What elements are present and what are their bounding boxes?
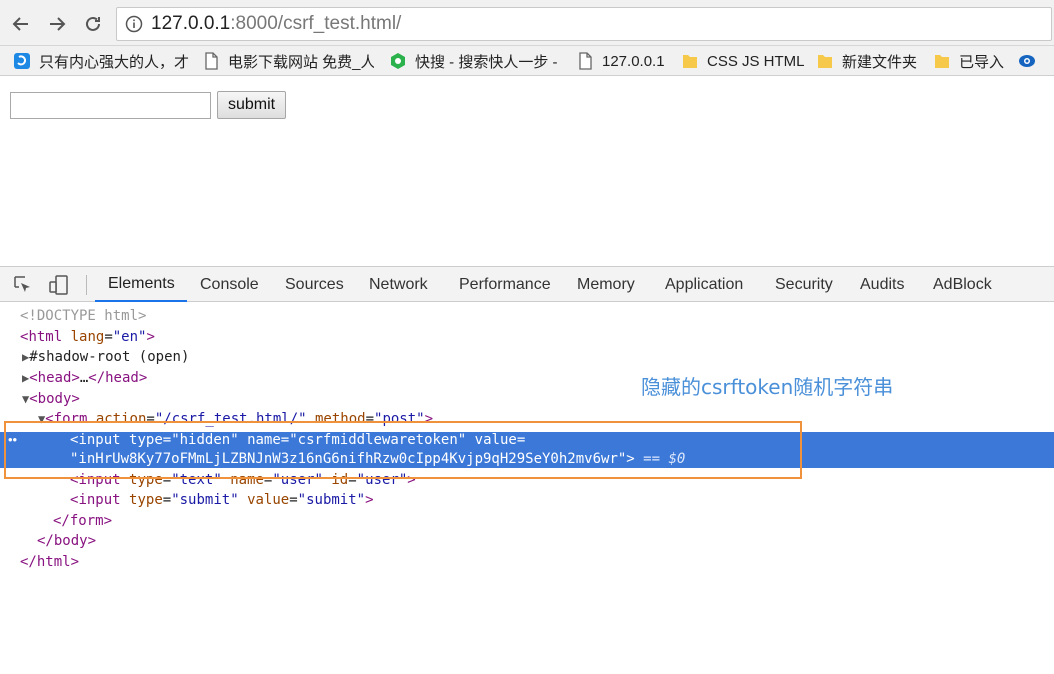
dom-shadow-root[interactable]: ▶#shadow-root (open): [22, 347, 189, 367]
info-icon[interactable]: [125, 15, 143, 33]
user-input[interactable]: [10, 92, 211, 119]
tab-adblock[interactable]: AdBlock: [933, 267, 992, 302]
page-icon: [579, 52, 592, 70]
folder-icon: [935, 55, 949, 68]
bookmark-item[interactable]: 只有内心强大的人，才: [13, 50, 189, 72]
dom-doctype[interactable]: <!DOCTYPE html>: [20, 306, 146, 326]
tab-audits[interactable]: Audits: [860, 267, 904, 302]
bookmark-item[interactable]: 已导入: [933, 50, 1011, 72]
dom-html-node[interactable]: <html lang="en">: [20, 327, 155, 347]
browser-toolbar: 127.0.0.1:8000/csrf_test.html/: [0, 0, 1054, 46]
tab-memory[interactable]: Memory: [577, 267, 635, 302]
reload-button[interactable]: [80, 11, 106, 37]
url-text[interactable]: 127.0.0.1:8000/csrf_test.html/: [151, 13, 401, 35]
dom-body-node[interactable]: ▼<body>: [22, 389, 80, 409]
bookmark-item[interactable]: [1018, 50, 1040, 72]
toolbar-divider: [86, 275, 87, 295]
back-button[interactable]: [8, 11, 34, 37]
eye-logo-icon: [1019, 55, 1035, 67]
dom-html-close: </html>: [20, 554, 80, 570]
address-bar[interactable]: 127.0.0.1:8000/csrf_test.html/: [116, 7, 1052, 41]
annotation-label: 隐藏的csrftoken随机字符串: [641, 375, 894, 399]
device-toolbar-icon[interactable]: [48, 274, 70, 296]
inspect-element-icon[interactable]: [12, 274, 34, 296]
annotation-highlight-box: [4, 421, 802, 479]
blue-site-icon: [14, 53, 30, 69]
bookmark-item[interactable]: 127.0.0.1: [576, 50, 672, 72]
kuaisou-icon: [391, 53, 405, 69]
dom-form-close: </form>: [53, 513, 113, 529]
forward-button[interactable]: [44, 11, 70, 37]
tab-console[interactable]: Console: [200, 267, 259, 302]
dom-head-node[interactable]: ▶<head>…</head>: [22, 368, 147, 388]
submit-button[interactable]: submit: [217, 91, 286, 119]
tab-performance[interactable]: Performance: [459, 267, 551, 302]
tab-application[interactable]: Application: [665, 267, 743, 302]
folder-icon: [683, 55, 697, 68]
bookmark-item[interactable]: 新建文件夹: [816, 50, 924, 72]
arrow-right-icon: [50, 17, 66, 31]
tab-network[interactable]: Network: [369, 267, 428, 302]
bookmark-item[interactable]: 快搜 - 搜索快人一步 -: [389, 50, 561, 72]
tab-elements[interactable]: Elements: [95, 267, 187, 302]
bookmark-item[interactable]: 电影下载网站 免费_人: [202, 50, 374, 72]
bookmark-item[interactable]: CSS JS HTML: [681, 50, 806, 72]
tab-sources[interactable]: Sources: [285, 267, 344, 302]
page-icon: [205, 52, 218, 70]
dom-submit-input-node[interactable]: <input type="submit" value="submit">: [70, 490, 374, 510]
dom-body-close: </body>: [37, 533, 97, 549]
reload-icon: [86, 16, 100, 31]
devtools-tab-bar: Elements Console Sources Network Perform…: [0, 266, 1054, 302]
arrow-left-icon: [12, 17, 28, 31]
folder-icon: [818, 55, 832, 68]
bookmarks-bar: 只有内心强大的人，才 电影下载网站 免费_人 快搜 - 搜索快人一步 - 127…: [0, 46, 1054, 76]
tab-security[interactable]: Security: [775, 267, 833, 302]
